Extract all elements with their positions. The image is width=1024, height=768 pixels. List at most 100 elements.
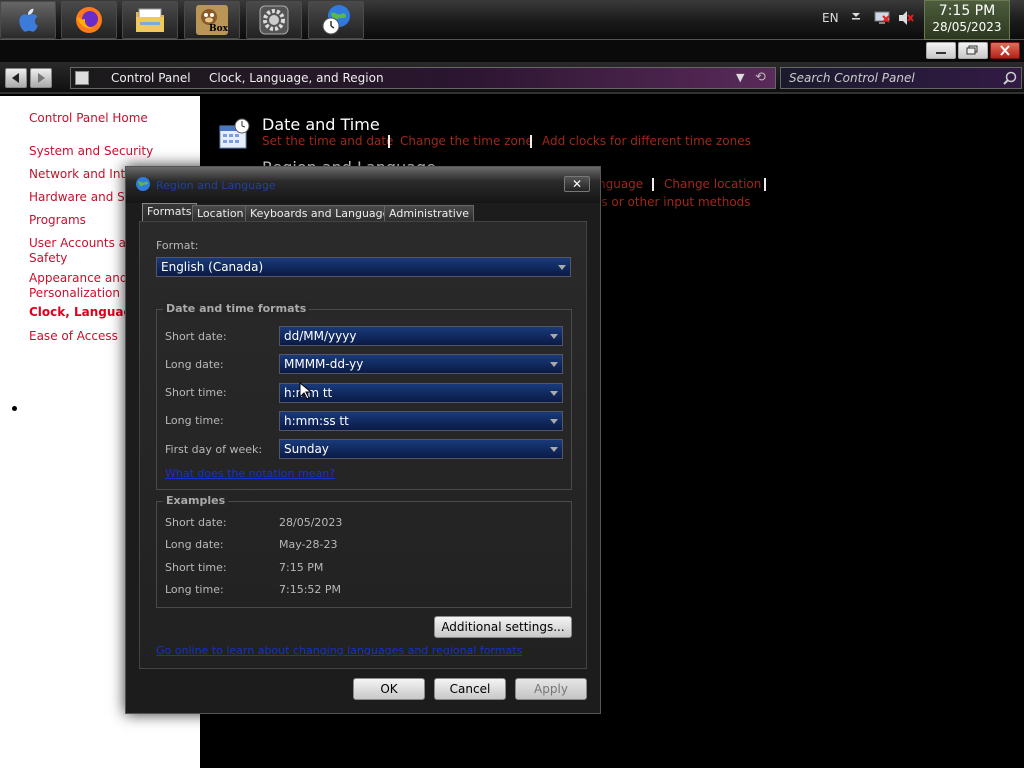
breadcrumb-control-panel[interactable]: Control Panel — [111, 71, 191, 85]
forward-button[interactable] — [30, 68, 52, 88]
short-time-label: Short time: — [165, 386, 227, 399]
restore-button[interactable] — [958, 42, 988, 59]
globe-clock-icon — [322, 5, 350, 35]
file-manager-button[interactable] — [122, 1, 178, 39]
language-indicator[interactable]: EN — [822, 11, 839, 25]
long-date-format: MMMM-dd-yy — [284, 357, 364, 371]
chevron-down-icon — [550, 334, 558, 339]
link-separator — [764, 178, 766, 191]
taskbar: Box EN 7:15 PM 28/05/2023 — [0, 0, 1024, 40]
short-date-format: dd/MM/yyyy — [284, 329, 357, 343]
cancel-button[interactable]: Cancel — [434, 678, 506, 700]
chevron-down-icon — [558, 265, 566, 270]
example-short-date-value: 28/05/2023 — [279, 516, 343, 529]
box-label: Box — [209, 24, 228, 34]
sidebar-item-system-security[interactable]: System and Security — [29, 144, 199, 159]
box-app-button[interactable]: Box — [184, 1, 240, 39]
dialog-close-button[interactable]: ✕ — [564, 176, 590, 192]
network-icon[interactable] — [874, 10, 890, 26]
search-box[interactable] — [780, 67, 1022, 89]
link-separator — [652, 178, 654, 191]
add-clocks-link[interactable]: Add clocks for different time zones — [542, 134, 751, 148]
short-date-label: Short date: — [165, 330, 227, 343]
address-toolbar: Control Panel Clock, Language, and Regio… — [0, 62, 1024, 94]
chevron-down-icon — [550, 447, 558, 452]
example-long-date-label: Long date: — [165, 538, 224, 551]
dialog-title: Region and Language — [156, 179, 276, 192]
date-time-icon — [219, 118, 250, 149]
breadcrumb-clock-language-region[interactable]: Clock, Language, and Region — [209, 71, 384, 85]
first-day-value: Sunday — [284, 442, 329, 456]
restore-icon — [966, 45, 978, 55]
tray-arrow-icon[interactable] — [850, 9, 862, 21]
forward-arrow-icon — [38, 73, 45, 83]
back-arrow-icon — [12, 73, 19, 83]
control-panel-icon — [75, 71, 89, 85]
mouse-cursor-icon — [299, 382, 311, 400]
format-value: English (Canada) — [161, 260, 264, 274]
short-date-dropdown[interactable]: dd/MM/yyyy — [279, 326, 563, 346]
long-time-format: h:mm:ss tt — [284, 414, 349, 428]
clock-date: 28/05/2023 — [932, 20, 1002, 34]
change-location-link[interactable]: Change location — [664, 177, 761, 191]
tab-formats[interactable]: Formats — [142, 203, 197, 223]
chevron-down-icon — [550, 419, 558, 424]
example-long-time-value: 7:15:52 PM — [279, 583, 342, 596]
system-tray: EN — [814, 0, 924, 40]
format-label: Format: — [156, 239, 199, 252]
online-help-link[interactable]: Go online to learn about changing langua… — [156, 644, 522, 657]
volume-muted-icon[interactable] — [898, 10, 914, 26]
firefox-button[interactable] — [61, 1, 117, 39]
set-time-date-link[interactable]: Set the time and date — [262, 134, 393, 148]
example-short-time-label: Short time: — [165, 561, 227, 574]
formats-panel: Format: English (Canada) Date and time f… — [139, 221, 587, 669]
region-language-dialog: Region and Language ✕ Formats Location K… — [125, 166, 601, 714]
additional-settings-button[interactable]: Additional settings... — [434, 616, 572, 638]
close-icon — [1000, 45, 1010, 56]
address-bar[interactable]: Control Panel Clock, Language, and Regio… — [70, 67, 776, 89]
globe-icon — [136, 177, 150, 191]
address-dropdown-icon[interactable]: ▼ — [736, 71, 744, 84]
ok-button[interactable]: OK — [353, 678, 425, 700]
example-short-date-label: Short date: — [165, 516, 227, 529]
taskbar-clock[interactable]: 7:15 PM 28/05/2023 — [924, 0, 1010, 40]
example-long-time-label: Long time: — [165, 583, 224, 596]
refresh-icon[interactable]: ⟲ — [755, 70, 766, 85]
first-day-dropdown[interactable]: Sunday — [279, 439, 563, 459]
apple-icon — [19, 8, 38, 32]
format-dropdown[interactable]: English (Canada) — [156, 257, 571, 277]
sidebar-item-control-panel-home[interactable]: Control Panel Home — [29, 111, 199, 126]
long-date-label: Long date: — [165, 358, 224, 371]
firefox-icon — [76, 7, 102, 33]
dialog-titlebar[interactable]: Region and Language ✕ — [126, 167, 600, 203]
example-short-time-value: 7:15 PM — [279, 561, 324, 574]
folder-icon — [136, 8, 164, 32]
apple-menu-button[interactable] — [0, 1, 56, 39]
window-caption-row — [0, 40, 1024, 62]
chevron-down-icon — [550, 391, 558, 396]
date-time-formats-title: Date and time formats — [163, 302, 310, 315]
system-settings-button[interactable] — [246, 1, 302, 39]
window-close-button[interactable] — [990, 42, 1020, 59]
change-time-zone-link[interactable]: Change the time zone — [400, 134, 533, 148]
back-button[interactable] — [5, 68, 27, 88]
date-time-heading[interactable]: Date and Time — [262, 115, 380, 134]
examples-group: Examples Short date: 28/05/2023 Long dat… — [156, 494, 572, 608]
change-keyboards-link[interactable]: ls or other input methods — [598, 195, 751, 209]
example-long-date-value: May-28-23 — [279, 538, 338, 551]
examples-title: Examples — [163, 494, 229, 507]
notation-help-link[interactable]: What does the notation mean? — [165, 467, 335, 480]
search-icon[interactable] — [1003, 71, 1017, 85]
search-input[interactable] — [789, 71, 999, 85]
minimize-icon — [936, 52, 946, 54]
short-time-dropdown[interactable]: h:mm tt — [279, 383, 563, 403]
apply-button[interactable]: Apply — [515, 678, 587, 700]
long-date-dropdown[interactable]: MMMM-dd-yy — [279, 354, 563, 374]
chevron-down-icon — [550, 362, 558, 367]
clock-globe-button[interactable] — [308, 1, 364, 39]
change-display-language-link[interactable]: nguage — [598, 177, 643, 191]
current-item-bullet — [12, 406, 17, 411]
long-time-dropdown[interactable]: h:mm:ss tt — [279, 411, 563, 431]
minimize-button[interactable] — [926, 42, 956, 59]
clock-time: 7:15 PM — [938, 3, 996, 19]
